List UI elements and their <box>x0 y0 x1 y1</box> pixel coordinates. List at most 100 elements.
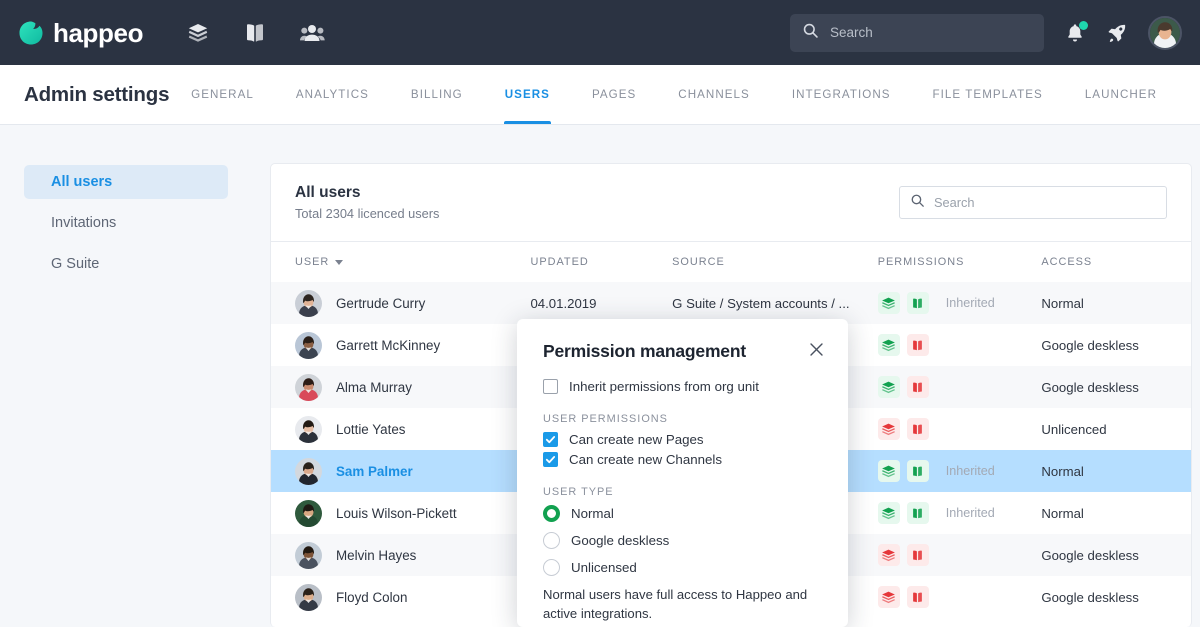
notifications-button[interactable] <box>1064 20 1088 44</box>
access-type: Normal <box>1041 463 1084 479</box>
permission-channels-icon[interactable] <box>906 460 929 482</box>
user-avatar[interactable] <box>1148 15 1182 50</box>
cell-permissions[interactable] <box>877 376 1042 398</box>
cell-permissions[interactable] <box>877 544 1042 566</box>
permission-channels-icon[interactable] <box>906 544 929 566</box>
cell-access: Google deskless <box>1041 548 1191 563</box>
pages-layers-icon[interactable] <box>185 20 211 46</box>
avatar <box>295 289 322 317</box>
user-type-google-deskless-row[interactable]: Google deskless <box>543 532 822 549</box>
page-title: Admin settings <box>24 82 170 106</box>
cell-permissions[interactable]: Inherited <box>877 502 1042 524</box>
people-icon[interactable] <box>299 20 325 46</box>
tab-launcher[interactable]: LAUNCHER <box>1064 65 1178 124</box>
user-name: Floyd Colon <box>336 589 408 605</box>
user-type-google-deskless-radio[interactable] <box>543 532 560 549</box>
permission-pages-icon[interactable] <box>877 376 900 398</box>
cell-access: Unlicenced <box>1041 422 1191 437</box>
sort-caret-down-icon[interactable] <box>335 259 344 265</box>
channels-book-icon[interactable] <box>242 20 268 46</box>
sidebar-item-label: All users <box>51 174 113 190</box>
inherit-permissions-checkbox[interactable] <box>543 379 558 394</box>
sidebar-item-g-suite[interactable]: G Suite <box>24 247 228 281</box>
sidebar-item-all-users[interactable]: All users <box>24 165 228 199</box>
user-type-unlicensed-radio[interactable] <box>543 559 560 576</box>
user-name: Alma Murray <box>336 379 412 395</box>
cell-permissions[interactable] <box>877 418 1042 440</box>
cell-permissions[interactable] <box>877 586 1042 608</box>
cell-permissions[interactable] <box>877 334 1042 356</box>
global-search[interactable] <box>790 13 1044 52</box>
user-type-normal-radio[interactable] <box>543 505 560 522</box>
tab-file-templates[interactable]: FILE TEMPLATES <box>912 65 1064 124</box>
inherited-label: Inherited <box>945 506 995 520</box>
permission-pages-icon[interactable] <box>877 292 900 314</box>
tab-billing[interactable]: BILLING <box>390 65 484 124</box>
users-card-title: All users <box>295 184 361 201</box>
table-row[interactable]: Gertrude Curry 04.01.2019 G Suite / System… <box>271 282 1191 324</box>
tab-pages[interactable]: PAGES <box>571 65 657 124</box>
cell-user: Louis Wilson-Pickett <box>295 499 530 527</box>
updated-date: 04.01.2019 <box>530 295 597 311</box>
avatar <box>295 415 322 443</box>
top-navigation-bar: happeo <box>0 0 1200 65</box>
brand-logo[interactable]: happeo <box>18 20 143 46</box>
permission-channels-icon[interactable] <box>906 586 929 608</box>
column-header-source[interactable]: SOURCE <box>672 256 878 268</box>
tab-integrations[interactable]: INTEGRATIONS <box>771 65 912 124</box>
permission-create-channels-row[interactable]: Can create new Channels <box>543 452 822 467</box>
permission-channels-icon[interactable] <box>906 376 929 398</box>
tab-analytics[interactable]: ANALYTICS <box>275 65 390 124</box>
cell-permissions[interactable]: Inherited <box>877 292 1042 314</box>
launcher-rocket-icon[interactable] <box>1106 22 1128 44</box>
inherit-permissions-row[interactable]: Inherit permissions from org unit <box>543 379 822 394</box>
cell-user: Gertrude Curry <box>295 289 530 317</box>
inherited-label: Inherited <box>945 464 995 478</box>
users-table-header: USER UPDATED SOURCE PERMISSIONS ACCESS <box>271 242 1191 282</box>
sidebar-item-label: Invitations <box>51 215 117 231</box>
inherited-label: Inherited <box>945 296 995 310</box>
permission-pages-icon[interactable] <box>877 502 900 524</box>
global-search-input[interactable] <box>830 25 1032 40</box>
user-name: Gertrude Curry <box>336 295 426 311</box>
permission-channels-icon[interactable] <box>906 418 929 440</box>
close-icon[interactable] <box>808 341 826 359</box>
user-name: Melvin Hayes <box>336 547 417 563</box>
brand-name: happeo <box>53 17 144 48</box>
user-type-normal-row[interactable]: Normal <box>543 505 822 522</box>
tab-users[interactable]: USERS <box>484 65 571 124</box>
users-search[interactable] <box>899 186 1167 219</box>
permission-create-pages-row[interactable]: Can create new Pages <box>543 432 822 447</box>
users-search-input[interactable] <box>934 195 1156 210</box>
permission-pages-icon[interactable] <box>877 460 900 482</box>
tab-general[interactable]: GENERAL <box>170 65 275 124</box>
user-type-unlicensed-row[interactable]: Unlicensed <box>543 559 822 576</box>
permission-pages-icon[interactable] <box>877 334 900 356</box>
user-type-google-deskless-label: Google deskless <box>571 533 670 548</box>
column-header-permissions[interactable]: PERMISSIONS <box>878 256 1042 268</box>
search-icon <box>802 22 819 44</box>
create-pages-checkbox[interactable] <box>543 432 558 447</box>
cell-permissions[interactable]: Inherited <box>877 460 1042 482</box>
create-channels-checkbox[interactable] <box>543 452 558 467</box>
cell-source: G Suite / System accounts / ... <box>672 296 878 311</box>
permission-channels-icon[interactable] <box>906 292 929 314</box>
column-header-updated[interactable]: UPDATED <box>530 256 672 268</box>
cell-user: Melvin Hayes <box>295 541 530 569</box>
permission-pages-icon[interactable] <box>877 586 900 608</box>
permission-pages-icon[interactable] <box>877 544 900 566</box>
permission-channels-icon[interactable] <box>906 334 929 356</box>
column-header-user[interactable]: USER <box>295 256 530 268</box>
cell-access: Google deskless <box>1041 338 1191 353</box>
users-card-subtitle: Total 2304 licenced users <box>295 206 440 221</box>
source-path: G Suite / System accounts / ... <box>672 295 850 311</box>
access-type: Google deskless <box>1041 337 1139 353</box>
user-type-normal-label: Normal <box>571 506 614 521</box>
column-header-access[interactable]: ACCESS <box>1041 256 1191 268</box>
user-name: Sam Palmer <box>336 463 413 479</box>
permission-pages-icon[interactable] <box>877 418 900 440</box>
sidebar-item-invitations[interactable]: Invitations <box>24 206 228 240</box>
cell-user: Lottie Yates <box>295 415 530 443</box>
permission-channels-icon[interactable] <box>906 502 929 524</box>
tab-channels[interactable]: CHANNELS <box>657 65 771 124</box>
